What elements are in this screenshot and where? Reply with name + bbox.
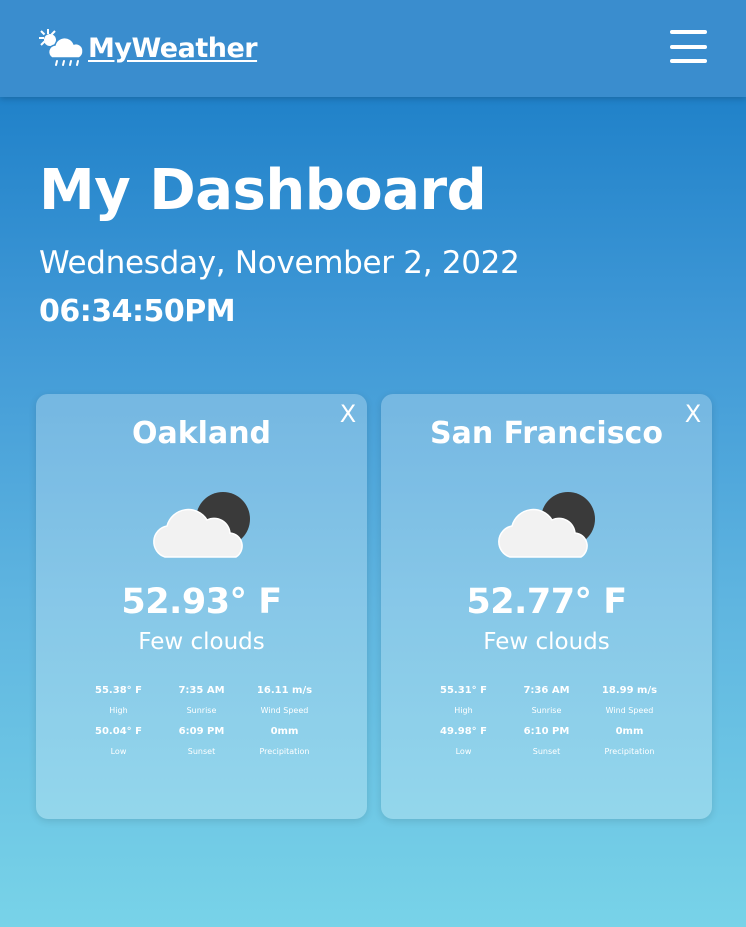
stat-wind-speed: 16.11 m/s Wind Speed — [243, 685, 326, 716]
few-clouds-night-icon — [153, 492, 250, 558]
current-time: 06:34:50PM — [39, 294, 236, 329]
current-date: Wednesday, November 2, 2022 — [39, 245, 520, 281]
stat-label: Wind Speed — [605, 706, 654, 715]
menu-bar — [670, 30, 707, 34]
temperature: 52.93° F — [121, 582, 282, 622]
weather-card-oakland: X Oakland 52.93° F Few clouds 55.38° F H… — [36, 394, 367, 819]
stat-value: 6:09 PM — [178, 726, 225, 737]
weather-card-san-francisco: X San Francisco 52.77° F Few clouds 55.3… — [381, 394, 712, 819]
weather-description: Few clouds — [138, 629, 265, 655]
stat-value: 7:35 AM — [178, 685, 225, 696]
stat-value: 49.98° F — [440, 726, 487, 737]
brand-link[interactable]: MyWeather — [36, 26, 258, 70]
stat-label: Sunrise — [186, 706, 217, 715]
city-name: Oakland — [131, 416, 272, 451]
stat-value: 6:10 PM — [523, 726, 570, 737]
stat-label: Sunrise — [531, 706, 562, 715]
stat-value: 50.04° F — [95, 726, 142, 737]
stat-high: 55.38° F High — [77, 685, 160, 716]
city-name: San Francisco — [430, 416, 663, 451]
stat-sunset: 6:10 PM Sunset — [505, 726, 588, 757]
stat-wind-speed: 18.99 m/s Wind Speed — [588, 685, 671, 716]
stat-precipitation: 0mm Precipitation — [588, 726, 671, 757]
stat-precipitation: 0mm Precipitation — [243, 726, 326, 757]
weather-description: Few clouds — [483, 629, 610, 655]
stat-value: 16.11 m/s — [256, 685, 313, 696]
stat-low: 49.98° F Low — [422, 726, 505, 757]
menu-bar — [670, 59, 707, 63]
stat-value: 18.99 m/s — [601, 685, 658, 696]
stat-value: 0mm — [615, 726, 644, 737]
stat-label: High — [454, 706, 473, 715]
page-title: My Dashboard — [39, 158, 487, 223]
stat-label: High — [109, 706, 128, 715]
stat-label: Precipitation — [604, 747, 655, 756]
few-clouds-night-icon — [498, 492, 595, 558]
sun-cloud-rain-icon — [39, 29, 84, 66]
navbar: MyWeather — [0, 0, 746, 97]
stat-label: Sunset — [532, 747, 561, 756]
stat-label: Low — [455, 747, 472, 756]
stat-value: 0mm — [270, 726, 299, 737]
hamburger-menu-icon[interactable] — [670, 30, 707, 63]
stat-value: 55.31° F — [440, 685, 487, 696]
menu-bar — [670, 44, 707, 49]
temperature: 52.77° F — [466, 582, 627, 622]
stat-sunrise: 7:35 AM Sunrise — [160, 685, 243, 716]
stat-sunset: 6:09 PM Sunset — [160, 726, 243, 757]
stat-label: Sunset — [187, 747, 216, 756]
weather-stats: 55.38° F High 7:35 AM Sunrise 16.11 m/s … — [77, 685, 326, 757]
stat-low: 50.04° F Low — [77, 726, 160, 757]
weather-stats: 55.31° F High 7:36 AM Sunrise 18.99 m/s … — [422, 685, 671, 757]
stat-label: Wind Speed — [260, 706, 309, 715]
stat-label: Low — [110, 747, 127, 756]
stat-value: 55.38° F — [95, 685, 142, 696]
brand-name: MyWeather — [88, 32, 258, 64]
stat-sunrise: 7:36 AM Sunrise — [505, 685, 588, 716]
stat-label: Precipitation — [259, 747, 310, 756]
stat-value: 7:36 AM — [523, 685, 570, 696]
stat-high: 55.31° F High — [422, 685, 505, 716]
